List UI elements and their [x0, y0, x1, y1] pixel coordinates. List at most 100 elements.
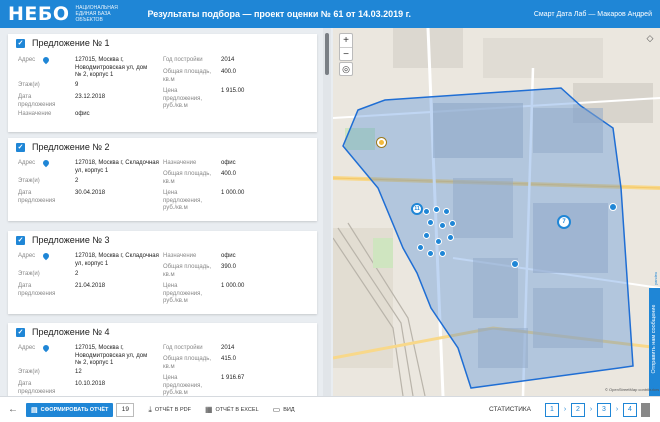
- locate-icon[interactable]: ◎: [339, 62, 353, 76]
- selected-count: 19: [116, 402, 135, 417]
- map-pin-icon[interactable]: [41, 251, 51, 261]
- step-1[interactable]: 1: [545, 402, 559, 417]
- cluster-marker[interactable]: 7: [557, 215, 571, 229]
- excel-icon: ▦: [204, 405, 213, 414]
- step-4[interactable]: 4: [623, 402, 637, 417]
- bottom-toolbar: ← ▤ СФОРМИРОВАТЬ ОТЧЁТ 19 ⤓ ОТЧЁТ В PDF …: [0, 396, 660, 422]
- purpose-value: офис: [75, 111, 90, 117]
- user-name[interactable]: Смарт Дата Лаб — Макаров Андрей: [534, 11, 652, 18]
- area-value: 390.0: [221, 264, 237, 270]
- yandex-label: yandex: [652, 272, 658, 285]
- offer-checkbox[interactable]: ✓: [16, 142, 25, 152]
- selected-object-marker[interactable]: [377, 138, 386, 147]
- scrollbar-thumb[interactable]: [325, 33, 329, 75]
- date-label: Дата предложения: [18, 283, 56, 297]
- step-2[interactable]: 2: [571, 402, 585, 417]
- price-label: Цена предложения, руб./кв.м: [163, 375, 203, 396]
- year-label: Год постройки: [163, 57, 203, 63]
- floor-label: Этаж(и): [18, 271, 40, 277]
- map-pin-icon[interactable]: [41, 343, 51, 353]
- date-value: 10.10.2018: [75, 381, 106, 387]
- back-arrow-icon[interactable]: ←: [8, 404, 18, 415]
- offer-title: Предложение № 1: [32, 38, 110, 48]
- price-label: Цена предложения, руб./кв.м: [163, 88, 203, 109]
- price-value: 1 000.00: [221, 283, 245, 289]
- form-report-button[interactable]: ▤ СФОРМИРОВАТЬ ОТЧЁТ: [26, 402, 114, 417]
- offer-checkbox[interactable]: ✓: [16, 38, 25, 48]
- logo-text: НЕБО: [8, 2, 70, 25]
- statistics-link[interactable]: СТАТИСТИКА: [489, 406, 531, 413]
- pdf-report-button[interactable]: ⤓ ОТЧЁТ В PDF: [148, 405, 191, 415]
- price-label: Цена предложения, руб./кв.м: [163, 283, 203, 304]
- offer-marker[interactable]: [439, 250, 446, 257]
- offer-marker[interactable]: [427, 250, 434, 257]
- floor-label: Этаж(и): [18, 369, 40, 375]
- results-list: ✓ Предложение № 1 Адрес 127015, Москва г…: [0, 28, 333, 396]
- offer-marker[interactable]: [435, 238, 442, 245]
- year-value: 2014: [221, 345, 235, 351]
- purpose-label: Назначение: [18, 111, 52, 117]
- price-value: 1 916.67: [221, 375, 245, 381]
- app-header: НЕБО Национальная единая база объектов Р…: [0, 0, 660, 28]
- offer-marker[interactable]: [443, 208, 450, 215]
- map-pin-icon[interactable]: [41, 55, 51, 65]
- date-value: 21.04.2018: [75, 283, 106, 289]
- offer-card[interactable]: ✓ Предложение № 4 Адрес 127015, Москва г…: [8, 323, 317, 396]
- date-label: Дата предложения: [18, 94, 56, 108]
- offer-marker[interactable]: [427, 219, 434, 226]
- page-title: Результаты подбора — проект оценки № 61 …: [147, 9, 411, 19]
- offer-marker[interactable]: [423, 208, 430, 215]
- view-button[interactable]: ▭ ВИД: [273, 405, 295, 414]
- offer-marker[interactable]: [423, 232, 430, 239]
- zoom-control: + −: [339, 33, 353, 61]
- next-step-button[interactable]: [641, 402, 650, 417]
- area-label: Общая площадь, кв.м: [163, 356, 212, 370]
- area-label: Общая площадь, кв.м: [163, 171, 212, 185]
- download-icon: ⤓: [148, 404, 152, 414]
- offer-card[interactable]: ✓ Предложение № 3 Адрес 127018, Москва г…: [8, 231, 317, 314]
- layers-icon[interactable]: ◇: [644, 33, 656, 47]
- offer-marker[interactable]: [511, 260, 519, 268]
- step-3[interactable]: 3: [597, 402, 611, 417]
- excel-report-label: ОТЧЁТ В EXCEL: [215, 406, 259, 413]
- area-label: Общая площадь, кв.м: [163, 264, 212, 278]
- feedback-tab[interactable]: Отправить нам сообщение: [649, 288, 660, 396]
- map-attribution: © OpenStreetMap contributors: [605, 387, 660, 392]
- map-pin-icon[interactable]: [41, 158, 51, 168]
- offer-marker[interactable]: [439, 222, 446, 229]
- address-label: Адрес: [18, 345, 36, 351]
- price-value: 1 000.00: [221, 190, 245, 196]
- offer-checkbox[interactable]: ✓: [16, 327, 25, 337]
- floor-value: 2: [75, 271, 79, 277]
- feedback-label: Отправить нам сообщение: [651, 304, 657, 374]
- offer-marker[interactable]: [609, 203, 617, 211]
- view-icon: ▭: [272, 405, 281, 414]
- logo-subtitle: Национальная единая база объектов: [75, 5, 118, 23]
- address-value: 127018, Москва г, Складочная ул, корпус …: [75, 253, 159, 267]
- date-label: Дата предложения: [18, 190, 56, 204]
- floor-value: 2: [75, 178, 79, 184]
- offer-marker[interactable]: [449, 220, 456, 227]
- offer-card[interactable]: ✓ Предложение № 1 Адрес 127015, Москва г…: [8, 34, 317, 132]
- purpose-value: офис: [221, 253, 236, 259]
- logo[interactable]: НЕБО Национальная единая база объектов: [8, 2, 138, 25]
- offer-marker[interactable]: [417, 244, 424, 251]
- offer-title: Предложение № 4: [32, 327, 110, 337]
- address-label: Адрес: [18, 57, 36, 63]
- year-label: Год постройки: [163, 345, 203, 351]
- map-canvas[interactable]: [333, 28, 660, 396]
- scrollbar-track[interactable]: [323, 28, 331, 396]
- offer-marker[interactable]: [433, 206, 440, 213]
- date-value: 23.12.2018: [75, 94, 106, 100]
- zoom-in-button[interactable]: +: [340, 34, 352, 47]
- purpose-value: офис: [221, 160, 236, 166]
- offer-marker[interactable]: [447, 234, 454, 241]
- chevron-right-icon: ›: [615, 406, 619, 413]
- zoom-out-button[interactable]: −: [340, 47, 352, 60]
- cluster-marker[interactable]: 11: [411, 203, 423, 215]
- price-label: Цена предложения, руб./кв.м: [163, 190, 203, 211]
- excel-report-button[interactable]: ▦ ОТЧЁТ В EXCEL: [205, 405, 259, 414]
- offer-card[interactable]: ✓ Предложение № 2 Адрес 127018, Москва г…: [8, 138, 317, 221]
- offer-checkbox[interactable]: ✓: [16, 235, 25, 245]
- map[interactable]: 11 7 + − ◎ ◇ Отправить нам сообщение yan…: [333, 28, 660, 396]
